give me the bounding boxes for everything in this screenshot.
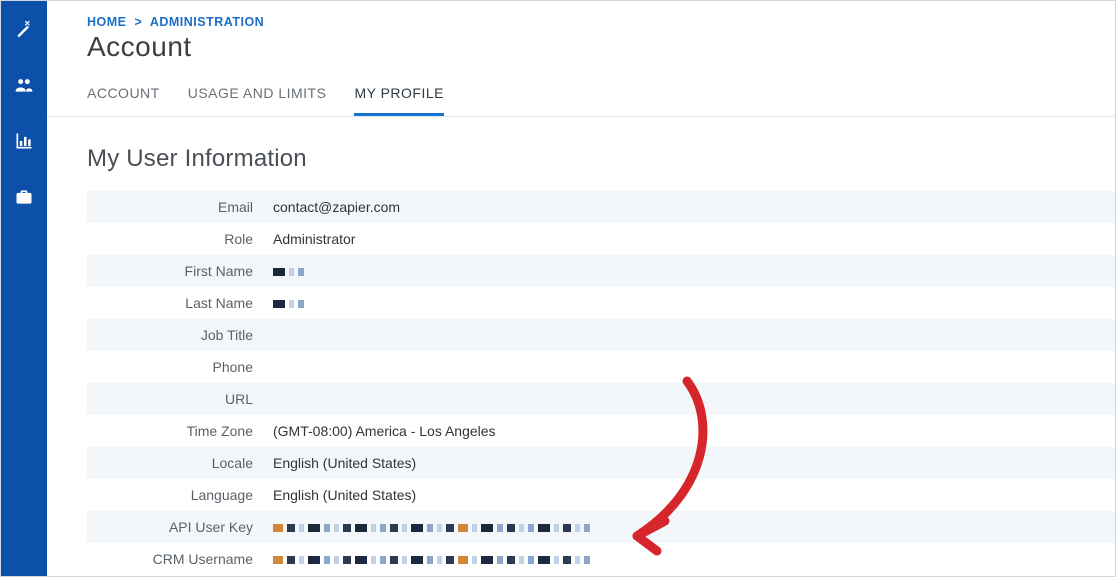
field-row: Time Zone(GMT-08:00) America - Los Angel… [87,415,1115,447]
tab-usage-and-limits[interactable]: USAGE AND LIMITS [188,85,327,116]
field-value: English (United States) [267,487,416,503]
redacted-value [273,300,304,308]
tab-my-profile[interactable]: MY PROFILE [354,85,444,116]
page-header: HOME > ADMINISTRATION Account [47,1,1115,63]
field-list: Emailcontact@zapier.comRoleAdministrator… [87,191,1115,575]
field-row: Emailcontact@zapier.com [87,191,1115,223]
breadcrumb-separator: > [134,15,142,29]
field-label: Job Title [87,327,267,343]
field-label: First Name [87,263,267,279]
field-row: URL [87,383,1115,415]
redacted-value [273,524,590,532]
field-label: Time Zone [87,423,267,439]
breadcrumb-home[interactable]: HOME [87,15,127,29]
field-value: English (United States) [267,455,416,471]
field-label: Last Name [87,295,267,311]
field-row: LanguageEnglish (United States) [87,479,1115,511]
field-label: Language [87,487,267,503]
field-row: Phone [87,351,1115,383]
bar-chart-icon[interactable] [14,131,34,151]
redacted-value [273,268,304,276]
section-title: My User Information [87,145,1115,173]
field-label: Phone [87,359,267,375]
field-value: (GMT-08:00) America - Los Angeles [267,423,496,439]
field-label: Locale [87,455,267,471]
app-root: HOME > ADMINISTRATION Account ACCOUNT US… [0,0,1116,577]
field-label: Email [87,199,267,215]
users-icon[interactable] [14,75,34,95]
magic-wand-icon[interactable] [14,19,34,39]
briefcase-icon[interactable] [14,187,34,207]
field-value [267,519,590,535]
main-panel: HOME > ADMINISTRATION Account ACCOUNT US… [47,1,1115,576]
field-row: First Name [87,255,1115,287]
breadcrumb-section[interactable]: ADMINISTRATION [150,15,264,29]
sidebar-nav [1,1,47,576]
field-row: Job Title [87,319,1115,351]
breadcrumb: HOME > ADMINISTRATION [87,15,1115,29]
page-title: Account [87,31,1115,63]
field-row: Last Name [87,287,1115,319]
field-row: CRM Username [87,543,1115,575]
field-value [267,551,590,567]
field-value: contact@zapier.com [267,199,400,215]
field-row: API User Key [87,511,1115,543]
tab-account[interactable]: ACCOUNT [87,85,160,116]
field-row: RoleAdministrator [87,223,1115,255]
field-label: URL [87,391,267,407]
redacted-value [273,556,590,564]
field-value: Administrator [267,231,355,247]
profile-section: My User Information Emailcontact@zapier.… [47,117,1115,575]
field-value [267,295,304,311]
field-label: API User Key [87,519,267,535]
field-value [267,263,304,279]
field-row: LocaleEnglish (United States) [87,447,1115,479]
tab-bar: ACCOUNT USAGE AND LIMITS MY PROFILE [47,63,1115,117]
field-label: Role [87,231,267,247]
field-label: CRM Username [87,551,267,567]
